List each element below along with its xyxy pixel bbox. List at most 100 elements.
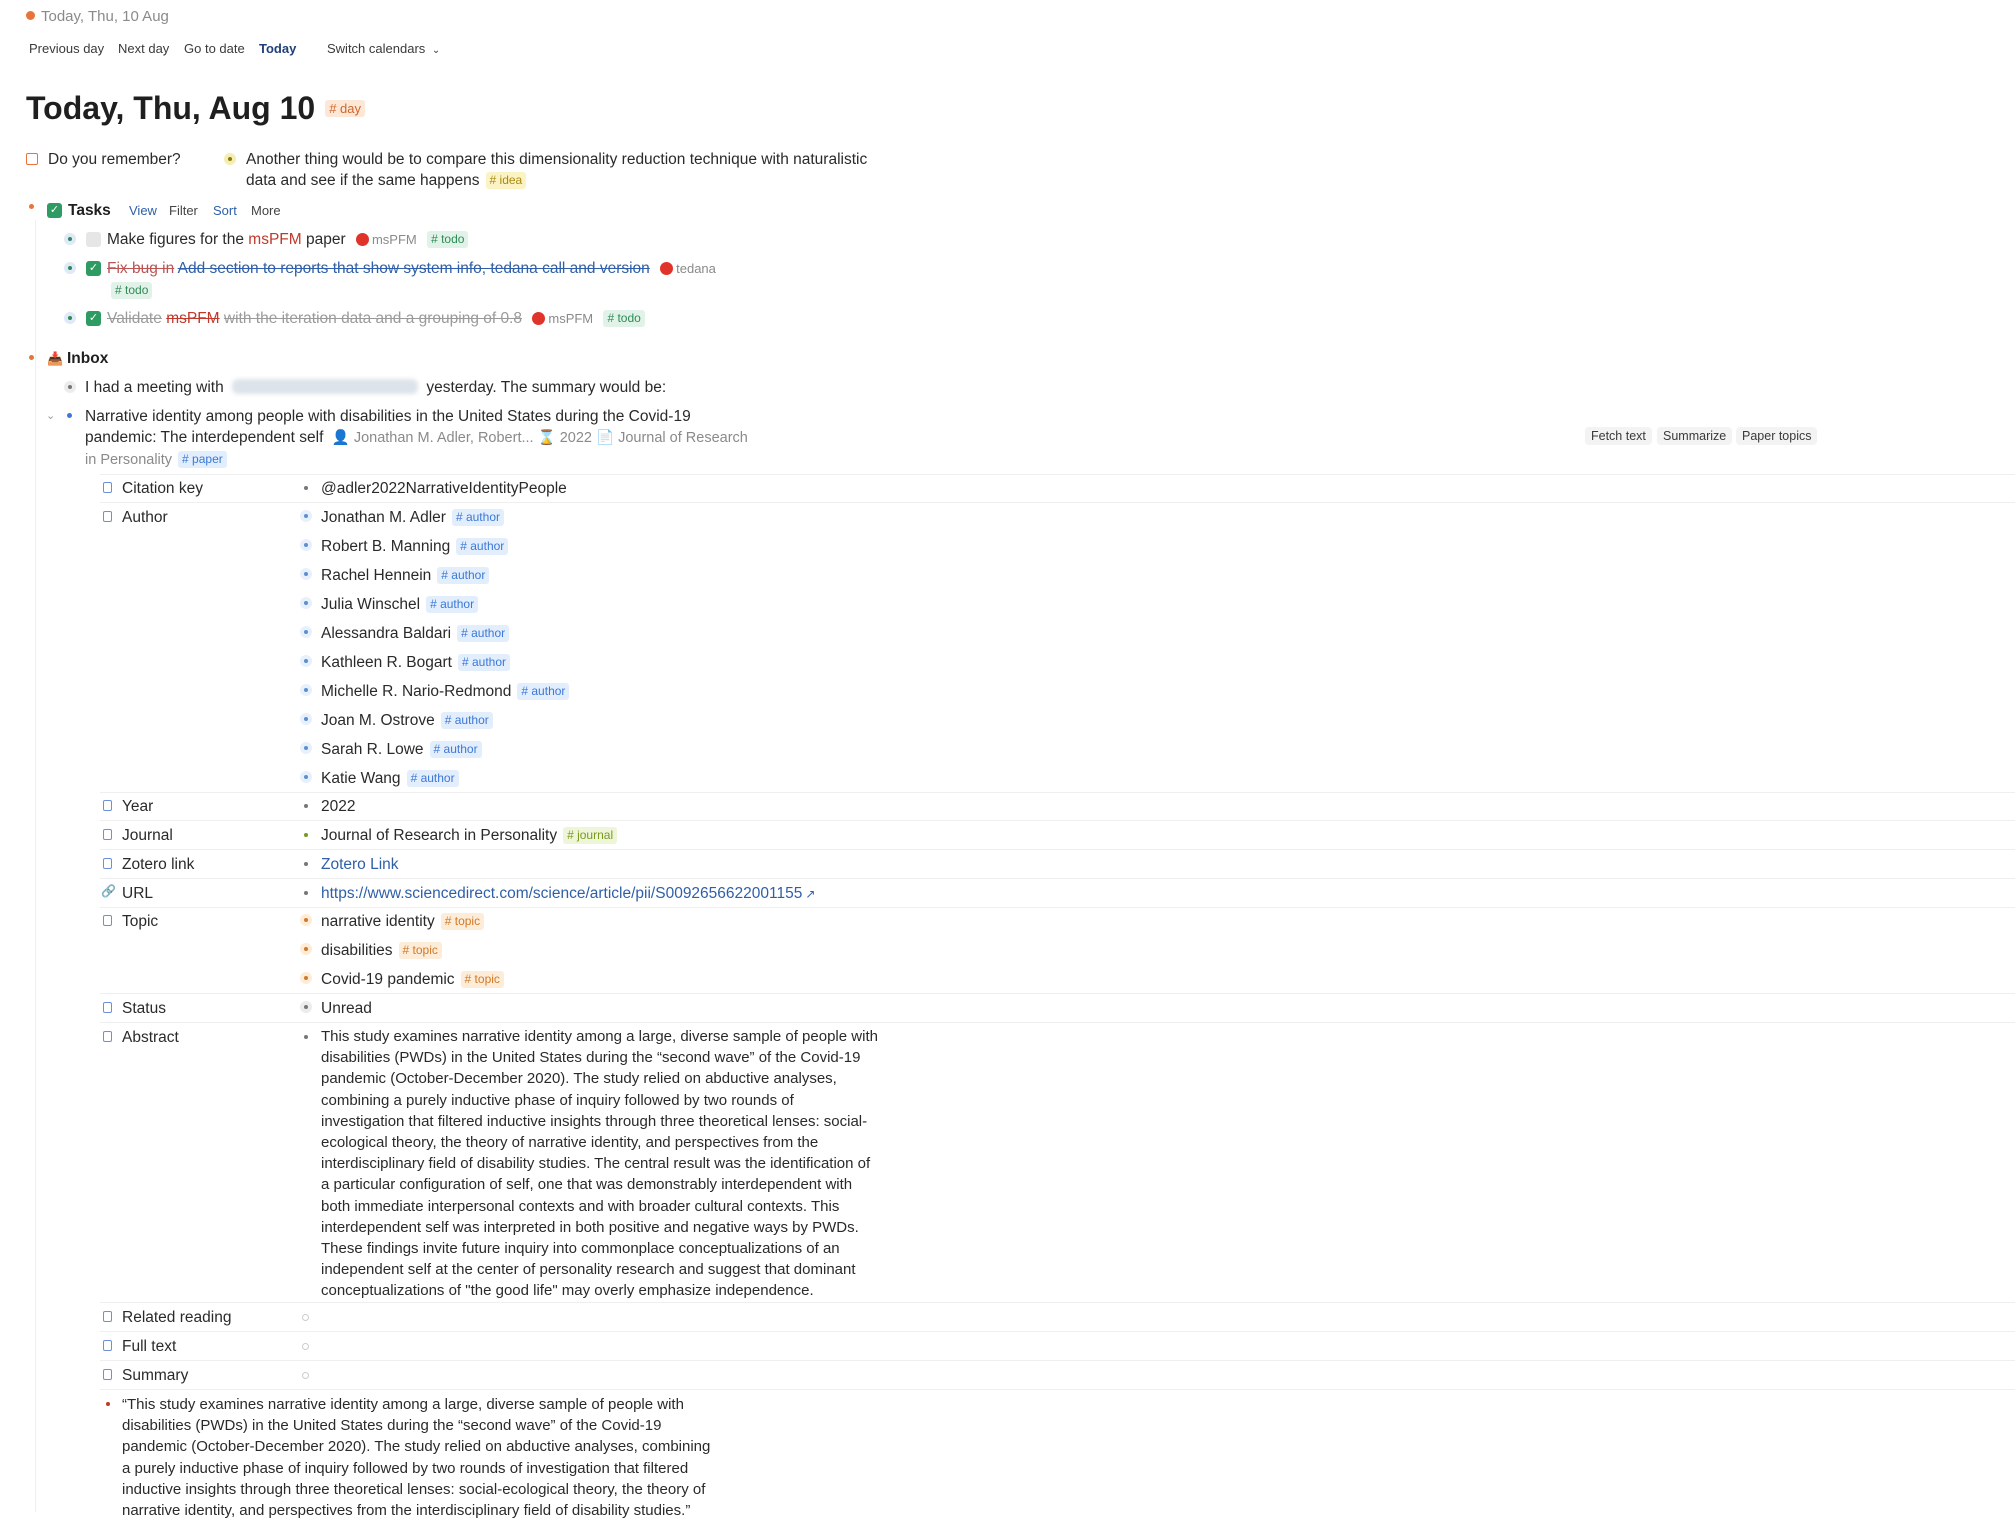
journal-value[interactable]: Journal of Research in Personality # jour… [321, 827, 618, 845]
collapse-chevron-icon[interactable]: ⌄ [46, 409, 55, 422]
author-bullet-icon[interactable] [300, 655, 312, 667]
author-item[interactable]: Michelle R. Nario-Redmond # author [321, 683, 570, 701]
idea-tag[interactable]: # idea [485, 172, 527, 189]
do-you-remember-text[interactable]: Do you remember? [48, 151, 181, 169]
status-value[interactable]: Unread [321, 1000, 372, 1018]
author-tag[interactable]: # author [426, 596, 479, 613]
quote-bullet-icon[interactable] [106, 1402, 110, 1406]
author-bullet-icon[interactable] [300, 626, 312, 638]
author-bullet-icon[interactable] [300, 771, 312, 783]
tasks-view-button[interactable]: View [129, 203, 157, 218]
paper-bullet-icon[interactable] [67, 413, 72, 418]
inbox-heading[interactable]: Inbox [67, 350, 108, 368]
author-item[interactable]: Joan M. Ostrove # author [321, 712, 493, 730]
author-item[interactable]: Robert B. Manning # author [321, 538, 509, 556]
author-bullet-icon[interactable] [300, 568, 312, 580]
tasks-sort-button[interactable]: Sort [213, 203, 237, 218]
task-bullet-icon[interactable] [64, 312, 76, 324]
day-tag[interactable]: # day [325, 100, 365, 117]
task-item[interactable]: Make figures for the msPFM paper msPFM #… [107, 231, 469, 249]
todo-tag[interactable]: # todo [427, 231, 469, 248]
task-link[interactable]: Add section to reports that show system … [178, 260, 650, 277]
author-bullet-icon[interactable] [300, 510, 312, 522]
author-item[interactable]: Katie Wang # author [321, 770, 459, 788]
topic-tag[interactable]: # topic [398, 942, 442, 959]
redacted-name[interactable] [232, 379, 419, 394]
switch-calendars-button[interactable]: Switch calendars ⌄ [327, 41, 440, 56]
paper-title-line2[interactable]: pandemic: The interdependent self 👤 Jona… [85, 429, 748, 447]
task-highlight[interactable]: msPFM [166, 310, 219, 327]
todo-tag[interactable]: # todo [111, 282, 153, 299]
empty-value-icon[interactable] [302, 1314, 309, 1321]
author-item[interactable]: Jonathan M. Adler # author [321, 509, 504, 527]
next-day-button[interactable]: Next day [118, 41, 169, 56]
citation-key-value[interactable]: @adler2022NarrativeIdentityPeople [321, 480, 567, 498]
paper-tag[interactable]: # paper [178, 451, 227, 468]
author-tag[interactable]: # author [429, 741, 482, 758]
author-tag[interactable]: # author [517, 683, 570, 700]
author-bullet-icon[interactable] [300, 684, 312, 696]
url-link[interactable]: https://www.sciencedirect.com/science/ar… [321, 885, 815, 903]
author-item[interactable]: Kathleen R. Bogart # author [321, 654, 511, 672]
paper-title-line1[interactable]: Narrative identity among people with dis… [85, 408, 691, 426]
author-tag[interactable]: # author [451, 509, 504, 526]
author-tag[interactable]: # author [457, 625, 510, 642]
status-bullet-icon[interactable] [300, 1001, 312, 1013]
author-tag[interactable]: # author [406, 770, 459, 787]
task-highlight[interactable]: msPFM [248, 231, 301, 248]
summarize-button[interactable]: Summarize [1657, 427, 1733, 445]
topic-tag[interactable]: # topic [460, 971, 504, 988]
author-tag[interactable]: # author [457, 654, 511, 671]
empty-value-icon[interactable] [302, 1372, 309, 1379]
today-button[interactable]: Today [259, 41, 296, 56]
inbox-bullet-icon[interactable] [29, 355, 34, 360]
author-bullet-icon[interactable] [300, 597, 312, 609]
journal-tag[interactable]: # journal [563, 827, 618, 844]
meeting-note[interactable]: I had a meeting with yesterday. The summ… [85, 379, 666, 397]
author-item[interactable]: Rachel Hennein # author [321, 567, 490, 585]
previous-day-button[interactable]: Previous day [29, 41, 104, 56]
author-bullet-icon[interactable] [300, 539, 312, 551]
tasks-bullet-icon[interactable] [29, 204, 34, 209]
task-bullet-icon[interactable] [64, 233, 76, 245]
topic-bullet-icon[interactable] [300, 943, 312, 955]
tasks-filter-button[interactable]: Filter [169, 203, 198, 218]
empty-value-icon[interactable] [302, 1343, 309, 1350]
tasks-more-button[interactable]: More [251, 203, 281, 218]
abstract-value[interactable]: This study examines narrative identity a… [321, 1026, 961, 1302]
task-item[interactable]: Validate msPFM with the iteration data a… [107, 310, 645, 328]
another-thing-line2[interactable]: data and see if the same happens # idea [246, 172, 527, 190]
author-tag[interactable]: # author [437, 567, 490, 584]
task-ref[interactable]: msPFM [548, 311, 593, 326]
author-bullet-icon[interactable] [300, 713, 312, 725]
topic-bullet-icon[interactable] [300, 914, 312, 926]
another-thing-line1[interactable]: Another thing would be to compare this d… [246, 151, 867, 169]
topic-item[interactable]: narrative identity # topic [321, 913, 485, 931]
tasks-heading[interactable]: Tasks [68, 202, 111, 220]
author-item[interactable]: Sarah R. Lowe # author [321, 741, 482, 759]
topic-tag[interactable]: # topic [440, 913, 485, 930]
topic-bullet-icon[interactable] [300, 972, 312, 984]
author-tag[interactable]: # author [440, 712, 493, 729]
year-value[interactable]: 2022 [321, 798, 355, 816]
topic-item[interactable]: Covid-19 pandemic # topic [321, 971, 504, 989]
task-ref[interactable]: tedana [676, 261, 716, 276]
task-unchecked-icon[interactable] [86, 232, 101, 247]
author-bullet-icon[interactable] [300, 742, 312, 754]
author-item[interactable]: Julia Winschel # author [321, 596, 479, 614]
paper-topics-button[interactable]: Paper topics [1736, 427, 1818, 445]
topic-item[interactable]: disabilities # topic [321, 942, 442, 960]
task-bullet-icon[interactable] [64, 262, 76, 274]
quote-block[interactable]: “This study examines narrative identity … [122, 1394, 802, 1521]
task-ref[interactable]: msPFM [372, 232, 417, 247]
zotero-link[interactable]: Zotero Link [321, 856, 399, 874]
idea-bullet-icon[interactable] [224, 153, 236, 165]
task-checked-icon[interactable]: ✓ [86, 261, 101, 276]
meeting-bullet-icon[interactable] [64, 381, 76, 393]
task-checked-icon[interactable]: ✓ [86, 311, 101, 326]
todo-tag[interactable]: # todo [603, 310, 645, 327]
author-item[interactable]: Alessandra Baldari # author [321, 625, 510, 643]
fetch-text-button[interactable]: Fetch text [1585, 427, 1652, 445]
go-to-date-button[interactable]: Go to date [184, 41, 245, 56]
task-item[interactable]: Fix bug in Add section to reports that s… [107, 260, 716, 278]
